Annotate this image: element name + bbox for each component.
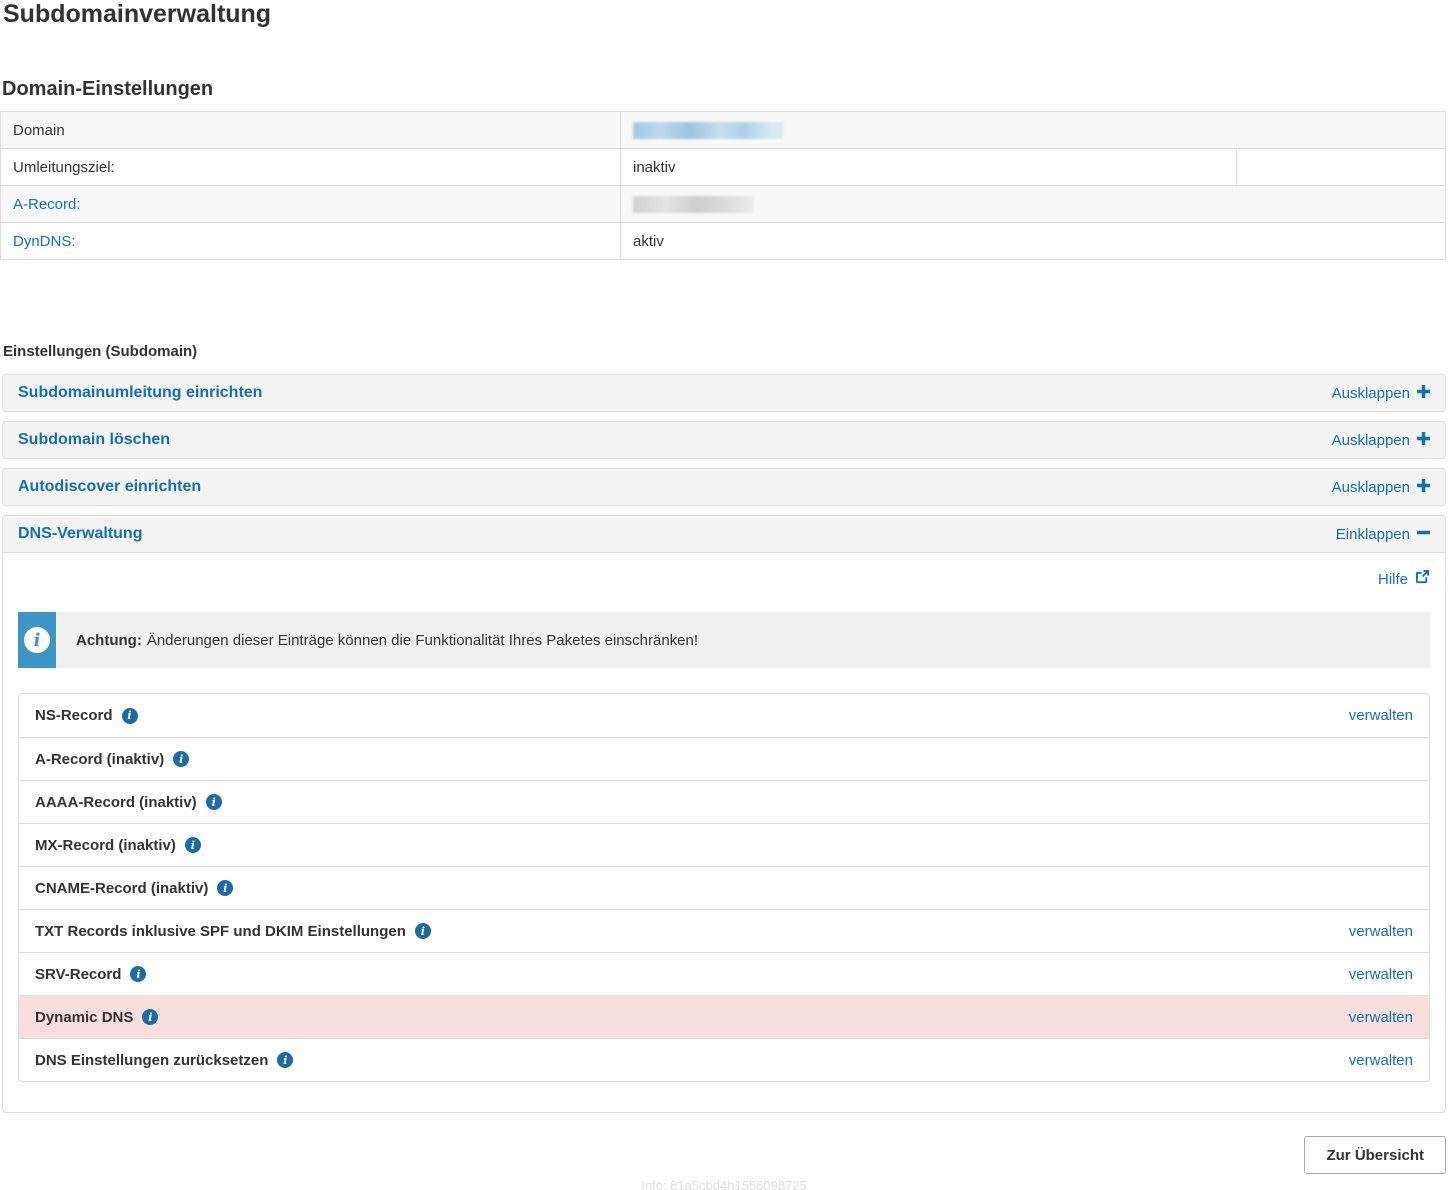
toggle-label: Ausklappen [1332,479,1410,496]
footer-info-text: Info: 81a5cbd4h1556098725 [0,1178,1448,1190]
dyndns-value: aktiv [621,223,1446,260]
record-label: NS-Record [35,707,113,724]
record-row-dns-reset: DNS Einstellungen zurücksetzen i verwalte… [19,1038,1429,1081]
domain-label: Domain [1,112,621,149]
accordion-title[interactable]: Subdomainumleitung einrichten [18,384,262,402]
warning-alert: i Achtung: Änderungen dieser Einträge kö… [18,612,1430,668]
info-icon[interactable]: i [277,1052,293,1068]
record-label: DNS Einstellungen zurücksetzen [35,1052,268,1069]
accordion-subdomain-redirect[interactable]: Subdomainumleitung einrichten Ausklappen [2,374,1446,412]
dns-records-list: NS-Record i verwalten A-Record (inaktiv) i… [18,693,1430,1082]
help-row: Hilfe [18,569,1430,589]
manage-link[interactable]: verwalten [1349,1009,1413,1026]
redirect-target-label: Umleitungsziel: [1,149,621,186]
accordion-dns-management[interactable]: DNS-Verwaltung Einklappen [3,516,1445,553]
record-label: Dynamic DNS [35,1009,133,1026]
info-icon[interactable]: i [415,923,431,939]
a-record-label: A-Record: [1,186,621,223]
collapse-toggle[interactable]: Einklappen [1336,526,1430,543]
alert-text: Änderungen dieser Einträge können die Fu… [147,632,698,649]
help-link[interactable]: Hilfe [1378,569,1430,589]
redirect-target-action-cell [1237,149,1446,186]
back-to-overview-button[interactable]: Zur Übersicht [1304,1136,1446,1174]
plus-icon [1417,385,1430,402]
dyndns-link[interactable]: DynDNS: [13,233,76,250]
expand-toggle[interactable]: Ausklappen [1332,432,1430,449]
info-icon[interactable]: i [122,708,138,724]
toggle-label: Ausklappen [1332,432,1410,449]
manage-link[interactable]: verwalten [1349,1052,1413,1069]
record-row-ns: NS-Record i verwalten [19,694,1429,737]
domain-settings-table: Domain Umleitungsziel: inaktiv A-Record:… [0,111,1446,260]
record-row-cname: CNAME-Record (inaktiv) i [19,866,1429,909]
record-label: CNAME-Record (inaktiv) [35,880,208,897]
manage-link[interactable]: verwalten [1349,966,1413,983]
plus-icon [1417,479,1430,496]
domain-settings-heading: Domain-Einstellungen [2,78,1448,100]
record-row-srv: SRV-Record i verwalten [19,952,1429,995]
alert-message: Achtung: Änderungen dieser Einträge könn… [56,612,1430,668]
plus-icon [1417,432,1430,449]
dns-management-panel: DNS-Verwaltung Einklappen Hilfe i Achtun… [2,515,1446,1113]
toggle-label: Ausklappen [1332,385,1410,402]
table-row: Umleitungsziel: inaktiv [1,149,1446,186]
redirect-target-value: inaktiv [621,149,1237,186]
minus-icon [1417,526,1430,543]
record-label: SRV-Record [35,966,121,983]
dns-management-panel-body: Hilfe i Achtung: Änderungen dieser Eintr… [3,553,1445,1112]
expand-toggle[interactable]: Ausklappen [1332,479,1430,496]
redacted-a-record-value [633,196,754,213]
record-row-dynamic-dns: Dynamic DNS i verwalten [19,995,1429,1038]
accordion-title[interactable]: DNS-Verwaltung [18,525,142,543]
dyndns-label: DynDNS: [1,223,621,260]
record-row-mx: MX-Record (inaktiv) i [19,823,1429,866]
info-icon[interactable]: i [130,966,146,982]
info-icon[interactable]: i [142,1009,158,1025]
domain-value-cell [621,112,1446,149]
record-row-a: A-Record (inaktiv) i [19,737,1429,780]
manage-link[interactable]: verwalten [1349,923,1413,940]
info-icon[interactable]: i [173,751,189,767]
accordion-subdomain-delete[interactable]: Subdomain löschen Ausklappen [2,421,1446,459]
table-row: DynDNS: aktiv [1,223,1446,260]
expand-toggle[interactable]: Ausklappen [1332,385,1430,402]
alert-prefix: Achtung: [76,632,142,649]
record-row-txt: TXT Records inklusive SPF und DKIM Einst… [19,909,1429,952]
accordion-autodiscover[interactable]: Autodiscover einrichten Ausklappen [2,468,1446,506]
button-row: Zur Übersicht [0,1136,1446,1174]
table-row: A-Record: [1,186,1446,223]
a-record-link[interactable]: A-Record: [13,196,81,213]
record-row-aaaa: AAAA-Record (inaktiv) i [19,780,1429,823]
record-label: A-Record (inaktiv) [35,751,164,768]
subdomain-management-page: Subdomainverwaltung Domain-Einstellungen… [0,0,1448,1190]
info-icon: i [18,612,56,668]
info-icon[interactable]: i [206,794,222,810]
manage-link[interactable]: verwalten [1349,707,1413,724]
subdomain-settings-accordion: Subdomainumleitung einrichten Ausklappen… [2,374,1446,506]
record-label: MX-Record (inaktiv) [35,837,176,854]
toggle-label: Einklappen [1336,526,1410,543]
accordion-title[interactable]: Subdomain löschen [18,431,170,449]
external-link-icon [1415,569,1430,589]
table-row: Domain [1,112,1446,149]
record-label: TXT Records inklusive SPF und DKIM Einst… [35,923,406,940]
help-label: Hilfe [1378,570,1408,589]
info-icon[interactable]: i [185,837,201,853]
record-label: AAAA-Record (inaktiv) [35,794,197,811]
info-icon[interactable]: i [217,880,233,896]
redacted-domain-value [633,122,783,139]
accordion-title[interactable]: Autodiscover einrichten [18,478,201,496]
a-record-value-cell [621,186,1446,223]
page-title: Subdomainverwaltung [3,0,1448,28]
subdomain-settings-heading: Einstellungen (Subdomain) [3,343,1448,360]
